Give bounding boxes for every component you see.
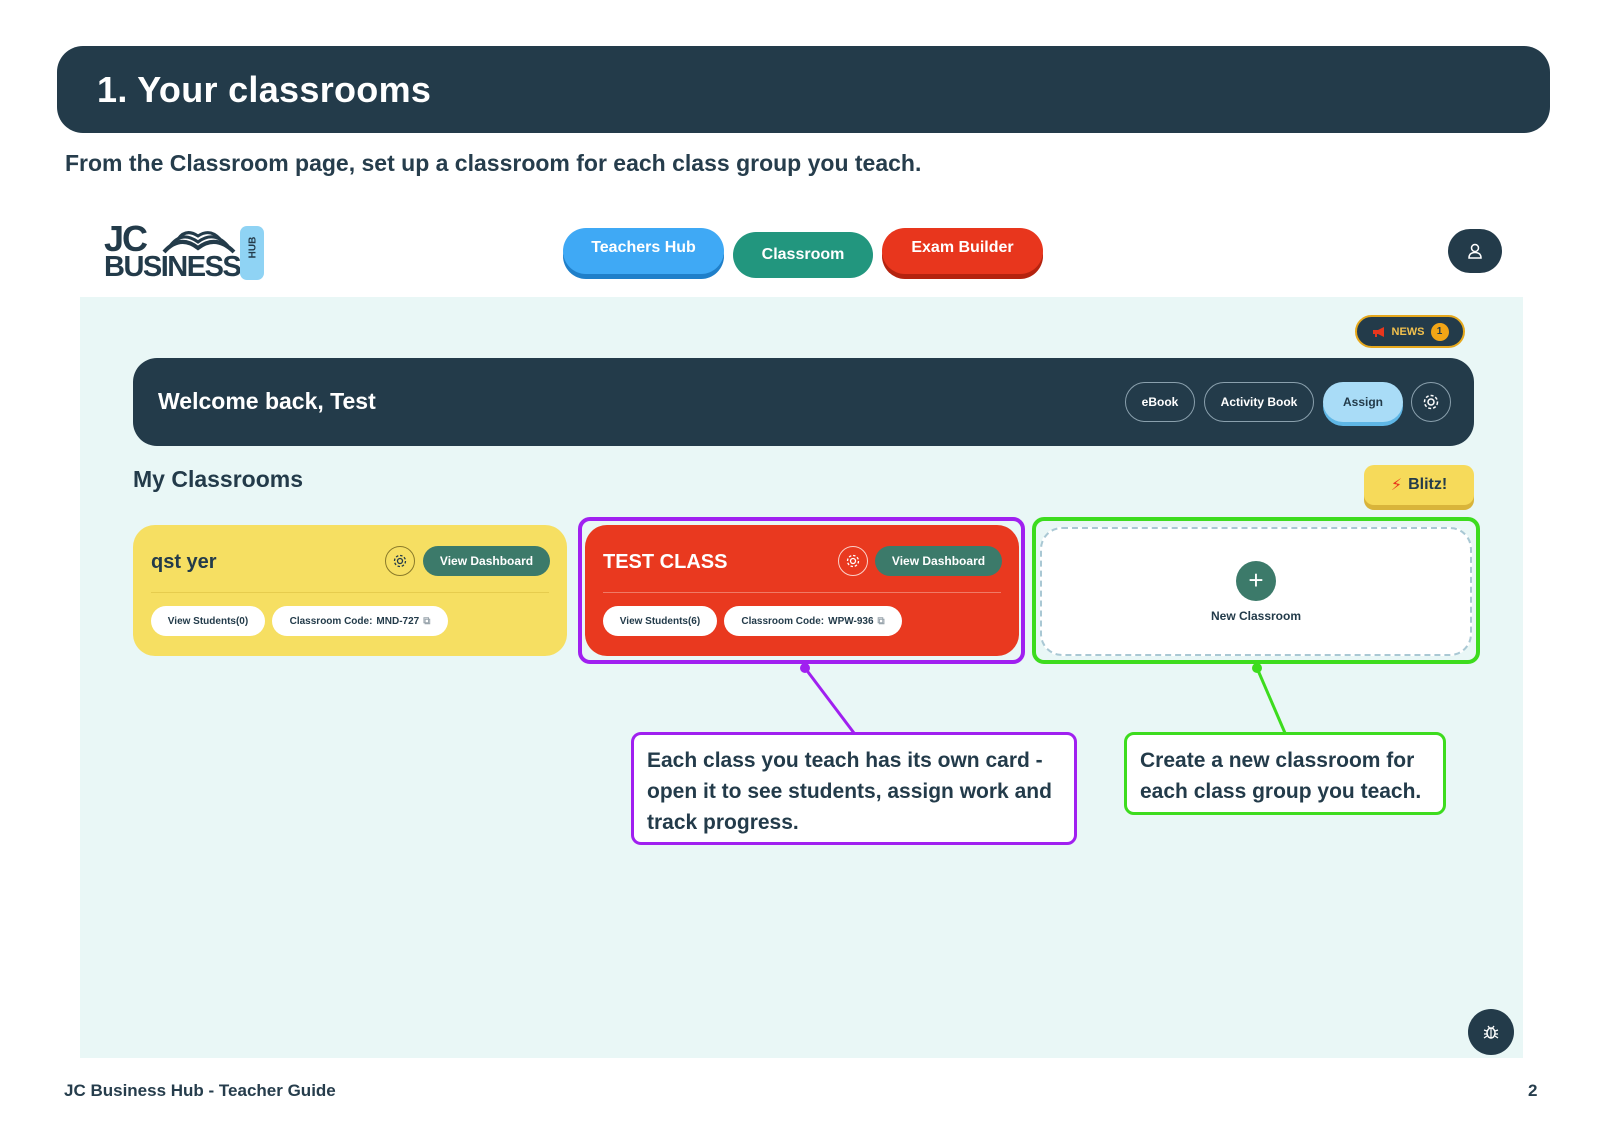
news-button[interactable]: NEWS 1	[1355, 315, 1465, 348]
section-header: 1. Your classrooms	[57, 46, 1550, 133]
blitz-button[interactable]: ⚡ Blitz!	[1364, 465, 1474, 505]
section-subtitle: From the Classroom page, set up a classr…	[65, 150, 922, 176]
callout-class-card: Each class you teach has its own card - …	[631, 732, 1077, 845]
nav-exam-builder-button[interactable]: Exam Builder	[882, 228, 1043, 274]
welcome-banner: Welcome back, Test eBook Activity Book A…	[133, 358, 1474, 446]
callout-new-classroom: Create a new classroom for each class gr…	[1124, 732, 1446, 815]
bug-report-button[interactable]	[1468, 1009, 1514, 1055]
blitz-label: Blitz!	[1408, 476, 1448, 493]
view-students-button[interactable]: View Students(0)	[151, 606, 265, 636]
user-icon	[1468, 243, 1482, 259]
footer-title: JC Business Hub - Teacher Guide	[64, 1081, 336, 1100]
classroom-settings-button[interactable]	[385, 546, 415, 576]
copy-icon[interactable]: ⧉	[423, 616, 430, 627]
section-title: 1. Your classrooms	[97, 68, 432, 110]
ebook-button[interactable]: eBook	[1125, 382, 1195, 422]
nav-teachers-hub-button[interactable]: Teachers Hub	[563, 228, 724, 274]
classroom-code-pill[interactable]: Classroom Code: MND-727 ⧉	[272, 606, 448, 636]
classroom-name: qst yer	[151, 551, 217, 573]
news-count-badge: 1	[1430, 322, 1449, 341]
classroom-code-label: Classroom Code:	[289, 615, 373, 627]
page-number: 2	[1528, 1081, 1538, 1100]
gear-icon	[1423, 394, 1439, 410]
welcome-greeting: Welcome back, Test	[158, 388, 376, 414]
gear-icon	[393, 554, 407, 568]
logo-text-business: BUSINESS	[104, 251, 242, 283]
highlight-frame-class-card	[578, 517, 1025, 664]
nav-classroom-button[interactable]: Classroom	[733, 232, 873, 278]
my-classrooms-heading: My Classrooms	[133, 466, 304, 492]
news-label: NEWS	[1391, 325, 1425, 338]
classroom-code-value: MND-727	[376, 615, 420, 627]
classroom-card[interactable]: qst yer View Dashboard View Students(0) …	[133, 525, 567, 656]
logo-hub-text: HUB	[247, 236, 259, 259]
bug-icon	[1483, 1025, 1499, 1039]
highlight-frame-new-classroom	[1032, 517, 1480, 664]
activity-book-button[interactable]: Activity Book	[1204, 382, 1314, 422]
jc-business-hub-logo[interactable]: JC BUSINESS HUB	[104, 221, 264, 284]
user-profile-button[interactable]	[1448, 229, 1502, 273]
view-dashboard-button[interactable]: View Dashboard	[423, 546, 550, 576]
megaphone-icon	[1372, 326, 1384, 337]
logo-hub-badge: HUB	[240, 226, 264, 280]
card-divider	[151, 592, 549, 593]
welcome-settings-button[interactable]	[1411, 382, 1451, 422]
lightning-icon: ⚡	[1390, 477, 1403, 494]
assign-button[interactable]: Assign	[1323, 382, 1403, 422]
